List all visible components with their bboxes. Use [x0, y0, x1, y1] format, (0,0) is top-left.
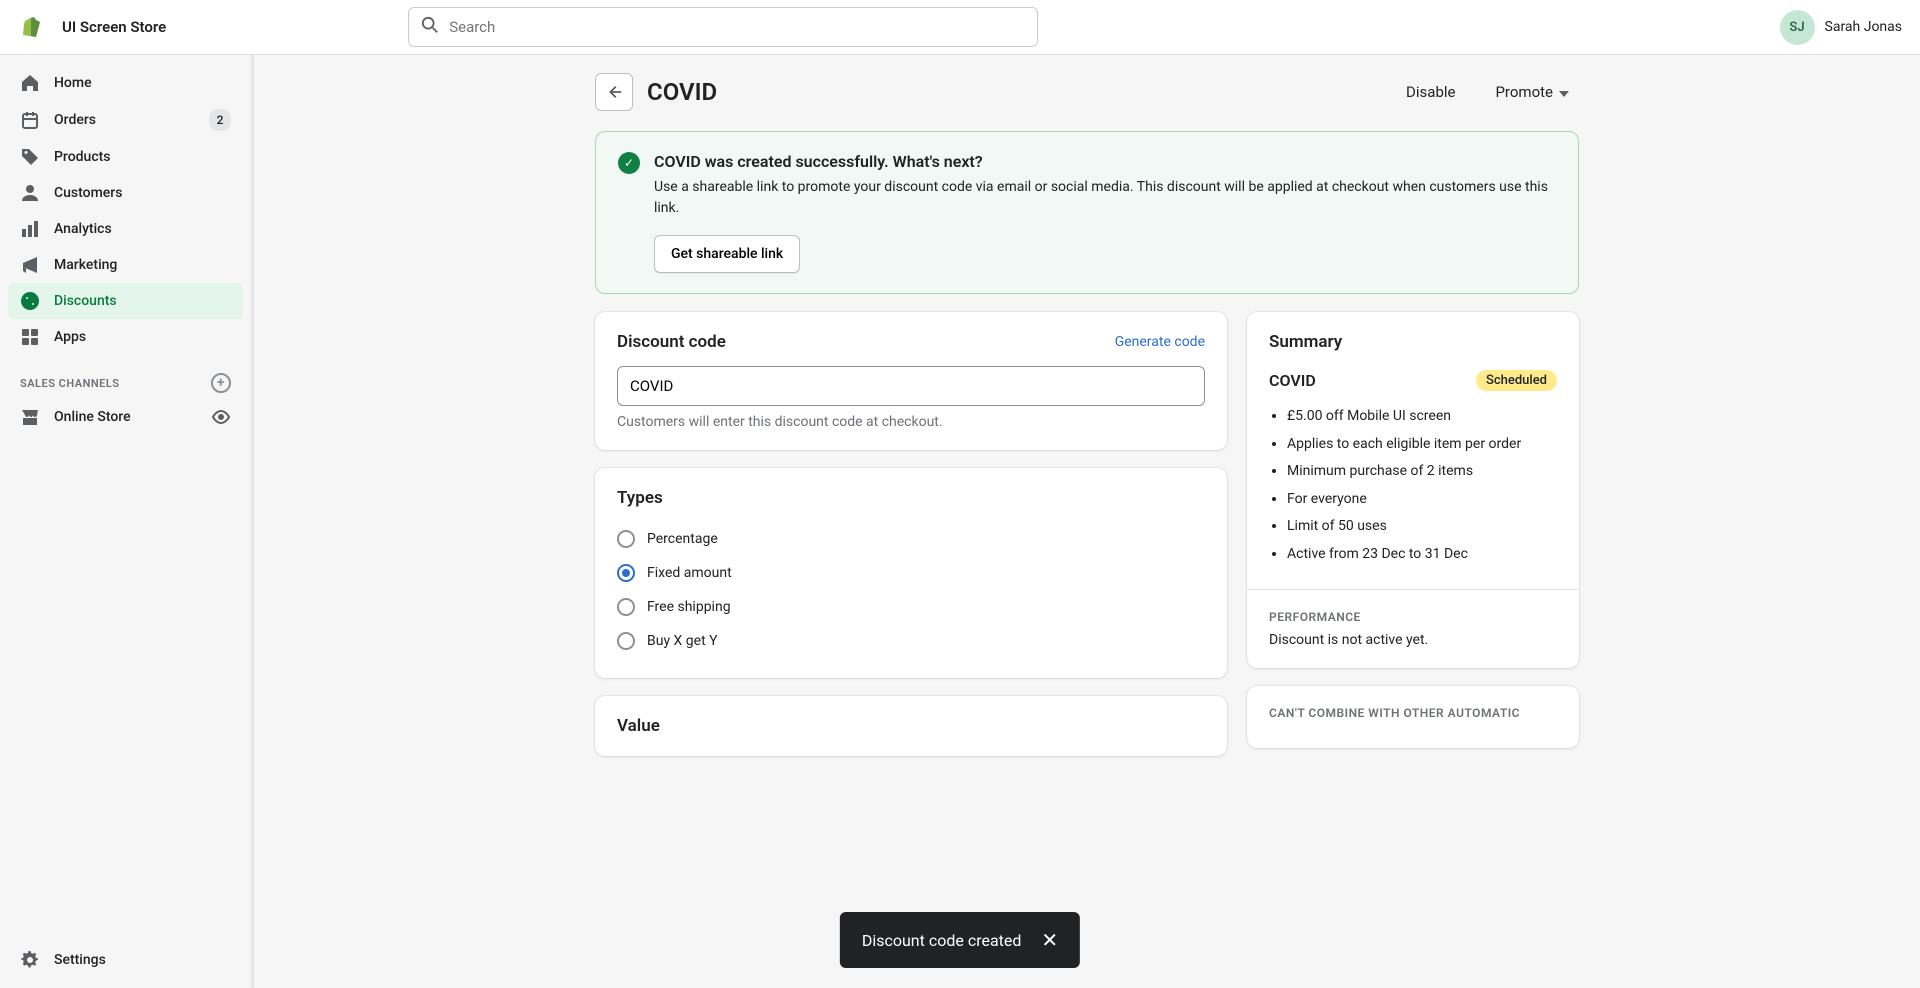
help-text: Customers will enter this discount code … [617, 414, 1205, 430]
analytics-icon [20, 219, 40, 239]
summary-item: For everyone [1287, 486, 1557, 514]
sidebar-item-label: Marketing [54, 257, 231, 273]
sidebar-item-label: Analytics [54, 221, 231, 237]
user-area[interactable]: SJ Sarah Jonas [1780, 10, 1902, 45]
search-box[interactable] [408, 7, 1038, 47]
store-icon [20, 407, 40, 427]
summary-item: Active from 23 Dec to 31 Dec [1287, 541, 1557, 569]
sidebar-item-customers[interactable]: Customers [8, 175, 243, 211]
caret-down-icon [1559, 83, 1569, 101]
radio-icon [617, 564, 635, 582]
sidebar-item-label: Discounts [54, 293, 231, 309]
card-title: Summary [1269, 332, 1557, 352]
sidebar-item-products[interactable]: Products [8, 139, 243, 175]
status-badge: Scheduled [1476, 370, 1557, 391]
store-name: UI Screen Store [62, 18, 166, 36]
sidebar-item-label: Settings [54, 952, 231, 968]
summary-list: £5.00 off Mobile UI screen Applies to ea… [1269, 403, 1557, 569]
type-option-percentage[interactable]: Percentage [617, 522, 1205, 556]
type-option-buy-x-get-y[interactable]: Buy X get Y [617, 624, 1205, 658]
combine-label: CAN'T COMBINE WITH OTHER AUTOMATIC [1269, 706, 1557, 720]
search-input[interactable] [449, 18, 1025, 36]
banner-body: Use a shareable link to promote your dis… [654, 177, 1556, 219]
sidebar-item-label: Online Store [54, 409, 197, 425]
radio-label: Percentage [647, 531, 718, 547]
avatar: SJ [1780, 10, 1815, 45]
radio-icon [617, 530, 635, 548]
sidebar-item-settings[interactable]: Settings [8, 942, 243, 978]
summary-item: Minimum purchase of 2 items [1287, 458, 1557, 486]
sidebar-item-apps[interactable]: Apps [8, 319, 243, 355]
sidebar-item-analytics[interactable]: Analytics [8, 211, 243, 247]
radio-icon [617, 632, 635, 650]
add-channel-button[interactable]: + [211, 373, 231, 393]
card-title: Value [617, 716, 1205, 736]
user-name: Sarah Jonas [1825, 19, 1902, 35]
view-icon[interactable] [211, 407, 231, 427]
logo-icon [18, 15, 42, 39]
card-title: Types [617, 488, 1205, 508]
radio-icon [617, 598, 635, 616]
sidebar-item-orders[interactable]: Orders 2 [8, 101, 243, 139]
sidebar-item-home[interactable]: Home [8, 65, 243, 101]
success-banner: ✓ COVID was created successfully. What's… [595, 131, 1579, 294]
sidebar-item-discounts[interactable]: Discounts [8, 283, 243, 319]
home-icon [20, 73, 40, 93]
get-link-button[interactable]: Get shareable link [654, 235, 800, 273]
marketing-icon [20, 255, 40, 275]
generate-code-button[interactable]: Generate code [1115, 334, 1205, 350]
main-content: COVID Disable Promote ✓ COVID was create… [254, 55, 1920, 988]
value-card: Value [595, 696, 1227, 756]
summary-name: COVID [1269, 371, 1316, 390]
discounts-icon [20, 291, 40, 311]
type-option-fixed-amount[interactable]: Fixed amount [617, 556, 1205, 590]
sidebar-item-label: Apps [54, 329, 231, 345]
back-button[interactable] [595, 73, 633, 111]
toast-message: Discount code created [862, 931, 1022, 950]
radio-label: Fixed amount [647, 565, 732, 581]
page-title: COVID [647, 78, 717, 106]
discount-code-input[interactable] [617, 366, 1205, 406]
toast: Discount code created ✕ [840, 912, 1080, 968]
discount-code-card: Discount code Generate code Customers wi… [595, 312, 1227, 450]
sidebar-item-label: Customers [54, 185, 231, 201]
orders-icon [20, 110, 40, 130]
summary-item: £5.00 off Mobile UI screen [1287, 403, 1557, 431]
sidebar: Home Orders 2 Products Customers Analyti… [0, 55, 254, 988]
close-icon[interactable]: ✕ [1041, 930, 1058, 950]
search-icon [421, 16, 439, 38]
sidebar-item-marketing[interactable]: Marketing [8, 247, 243, 283]
radio-label: Free shipping [647, 599, 731, 615]
combine-card: CAN'T COMBINE WITH OTHER AUTOMATIC [1247, 686, 1579, 748]
types-card: Types Percentage Fixed amount [595, 468, 1227, 678]
search-wrap [408, 7, 1038, 47]
promote-button[interactable]: Promote [1485, 75, 1579, 109]
performance-text: Discount is not active yet. [1269, 632, 1557, 648]
sales-channels-heading: SALES CHANNELS + [8, 355, 243, 399]
sidebar-item-label: Home [54, 75, 231, 91]
orders-badge: 2 [209, 109, 231, 131]
sidebar-item-online-store[interactable]: Online Store [8, 399, 243, 435]
page-header: COVID Disable Promote [595, 73, 1579, 111]
performance-label: PERFORMANCE [1269, 610, 1557, 624]
disable-button[interactable]: Disable [1396, 75, 1465, 109]
apps-icon [20, 327, 40, 347]
gear-icon [20, 950, 40, 970]
summary-card: Summary COVID Scheduled £5.00 off Mobile… [1247, 312, 1579, 668]
card-title: Discount code [617, 332, 726, 352]
check-circle-icon: ✓ [618, 152, 640, 174]
banner-title: COVID was created successfully. What's n… [654, 152, 1556, 171]
sidebar-item-label: Orders [54, 112, 195, 128]
radio-label: Buy X get Y [647, 633, 718, 649]
sidebar-item-label: Products [54, 149, 231, 165]
topbar: UI Screen Store SJ Sarah Jonas [0, 0, 1920, 54]
products-icon [20, 147, 40, 167]
summary-item: Limit of 50 uses [1287, 513, 1557, 541]
customers-icon [20, 183, 40, 203]
type-option-free-shipping[interactable]: Free shipping [617, 590, 1205, 624]
summary-item: Applies to each eligible item per order [1287, 431, 1557, 459]
